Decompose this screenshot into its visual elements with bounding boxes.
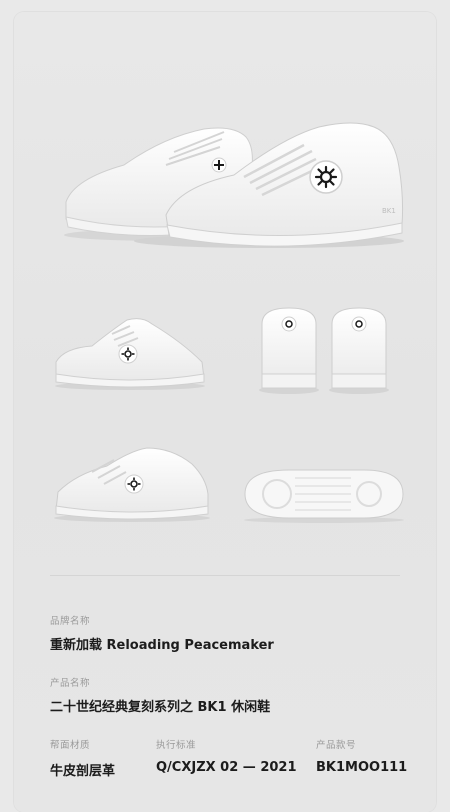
standard-value: Q/CXJZX 02 — 2021	[156, 760, 297, 775]
product-name-value: 二十世纪经典复刻系列之 BK1 休闲鞋	[50, 700, 271, 715]
product-number-value: BK1MOO111	[316, 760, 408, 775]
brand-name-label: 品牌名称	[50, 616, 91, 627]
brand-name-value: 重新加载 Reloading Peacemaker	[50, 638, 274, 653]
heel-view-image	[254, 304, 394, 396]
outsole-image	[239, 464, 409, 524]
product-name-label: 产品名称	[50, 678, 91, 689]
side-view-left-image	[52, 312, 207, 392]
upper-material-value: 牛皮剖层革	[50, 764, 116, 779]
upper-material-label: 帮面材质	[50, 740, 91, 751]
product-number-label: 产品款号	[316, 740, 357, 751]
product-detail-card: BK1 品牌名称 重新加载 Reloading Peacemaker 产品名称 …	[14, 12, 436, 812]
section-divider	[50, 575, 400, 576]
side-view-right-image	[52, 444, 212, 524]
hero-sneaker-pair-image: BK1	[54, 107, 404, 252]
standard-label: 执行标准	[156, 740, 197, 751]
heel-tab-text: BK1	[382, 207, 396, 215]
